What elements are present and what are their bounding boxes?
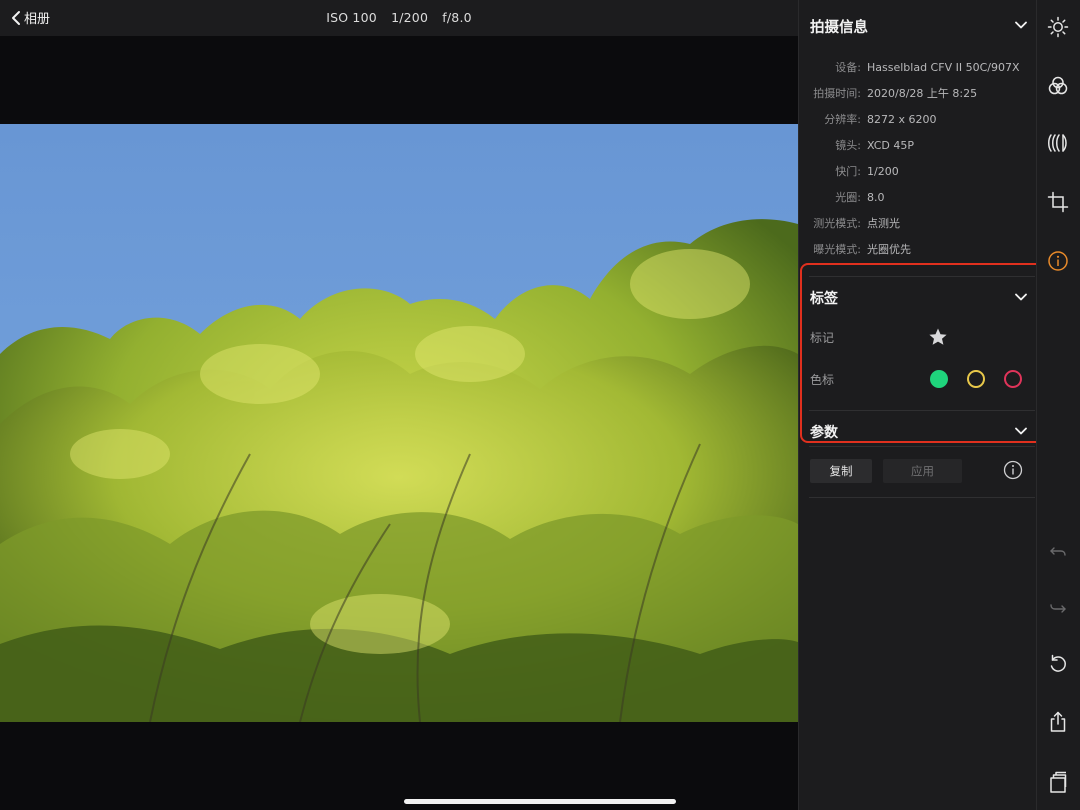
- color-label: 色标: [810, 373, 835, 387]
- curve-icon[interactable]: [1046, 131, 1070, 155]
- divider: [809, 410, 1035, 411]
- light-icon[interactable]: [1046, 15, 1070, 39]
- star-icon[interactable]: [928, 327, 948, 347]
- chevron-down-icon[interactable]: [1014, 289, 1028, 303]
- side-panel: 拍摄信息 设备: Hasselblad CFV II 50C/907X 拍摄时间:…: [798, 0, 1037, 810]
- tags-section-title: 标签: [810, 291, 838, 307]
- shutter-value: 1/200: [391, 10, 429, 25]
- copy-button[interactable]: 复制: [810, 459, 872, 483]
- info-row-lens: 镜头: XCD 45P: [835, 138, 915, 153]
- photo-image: [0, 124, 798, 722]
- exif-info-list: 设备: Hasselblad CFV II 50C/907X 拍摄时间: 2020/…: [799, 54, 1037, 262]
- color-tag-green[interactable]: [930, 370, 948, 388]
- apply-button[interactable]: 应用: [883, 459, 962, 483]
- aperture-value: f/8.0: [442, 10, 472, 25]
- tool-rail: [1036, 0, 1080, 810]
- exif-summary: ISO 100 1/200 f/8.0: [0, 10, 798, 25]
- color-tag-yellow[interactable]: [967, 370, 985, 388]
- reset-icon[interactable]: [1046, 652, 1070, 676]
- color-icon[interactable]: [1046, 74, 1070, 98]
- photo-canvas[interactable]: [0, 124, 798, 722]
- compare-icon[interactable]: [1046, 770, 1070, 794]
- divider: [809, 446, 1035, 447]
- params-section-title: 参数: [810, 425, 838, 441]
- mark-label: 标记: [810, 331, 835, 345]
- panel-title: 拍摄信息: [810, 20, 868, 36]
- iso-value: ISO 100: [326, 10, 377, 25]
- info-row-aperture: 光圈: 8.0: [835, 190, 885, 205]
- undo-icon[interactable]: [1046, 540, 1070, 564]
- info-row-metering: 测光模式: 点测光: [813, 217, 900, 230]
- home-indicator: [404, 799, 676, 804]
- crop-icon[interactable]: [1046, 190, 1070, 214]
- color-tag-red[interactable]: [1004, 370, 1022, 388]
- chevron-down-icon[interactable]: [1014, 17, 1028, 31]
- top-bar: 相册 ISO 100 1/200 f/8.0: [0, 0, 798, 36]
- info-icon-active[interactable]: [1046, 249, 1070, 273]
- divider: [809, 497, 1035, 498]
- info-row-time: 拍摄时间: 2020/8/28 上午 8:25: [813, 87, 978, 100]
- redo-icon[interactable]: [1046, 596, 1070, 620]
- share-icon[interactable]: [1046, 710, 1070, 734]
- divider: [809, 276, 1035, 277]
- info-row-device: 设备: Hasselblad CFV II 50C/907X: [835, 60, 1020, 75]
- info-row-resolution: 分辨率: 8272 x 6200: [824, 112, 937, 127]
- info-icon[interactable]: [1003, 460, 1023, 480]
- info-row-shutter: 快门: 1/200: [835, 164, 899, 179]
- chevron-down-icon[interactable]: [1014, 423, 1028, 437]
- info-row-exposure: 曝光模式: 光圈优先: [813, 243, 911, 256]
